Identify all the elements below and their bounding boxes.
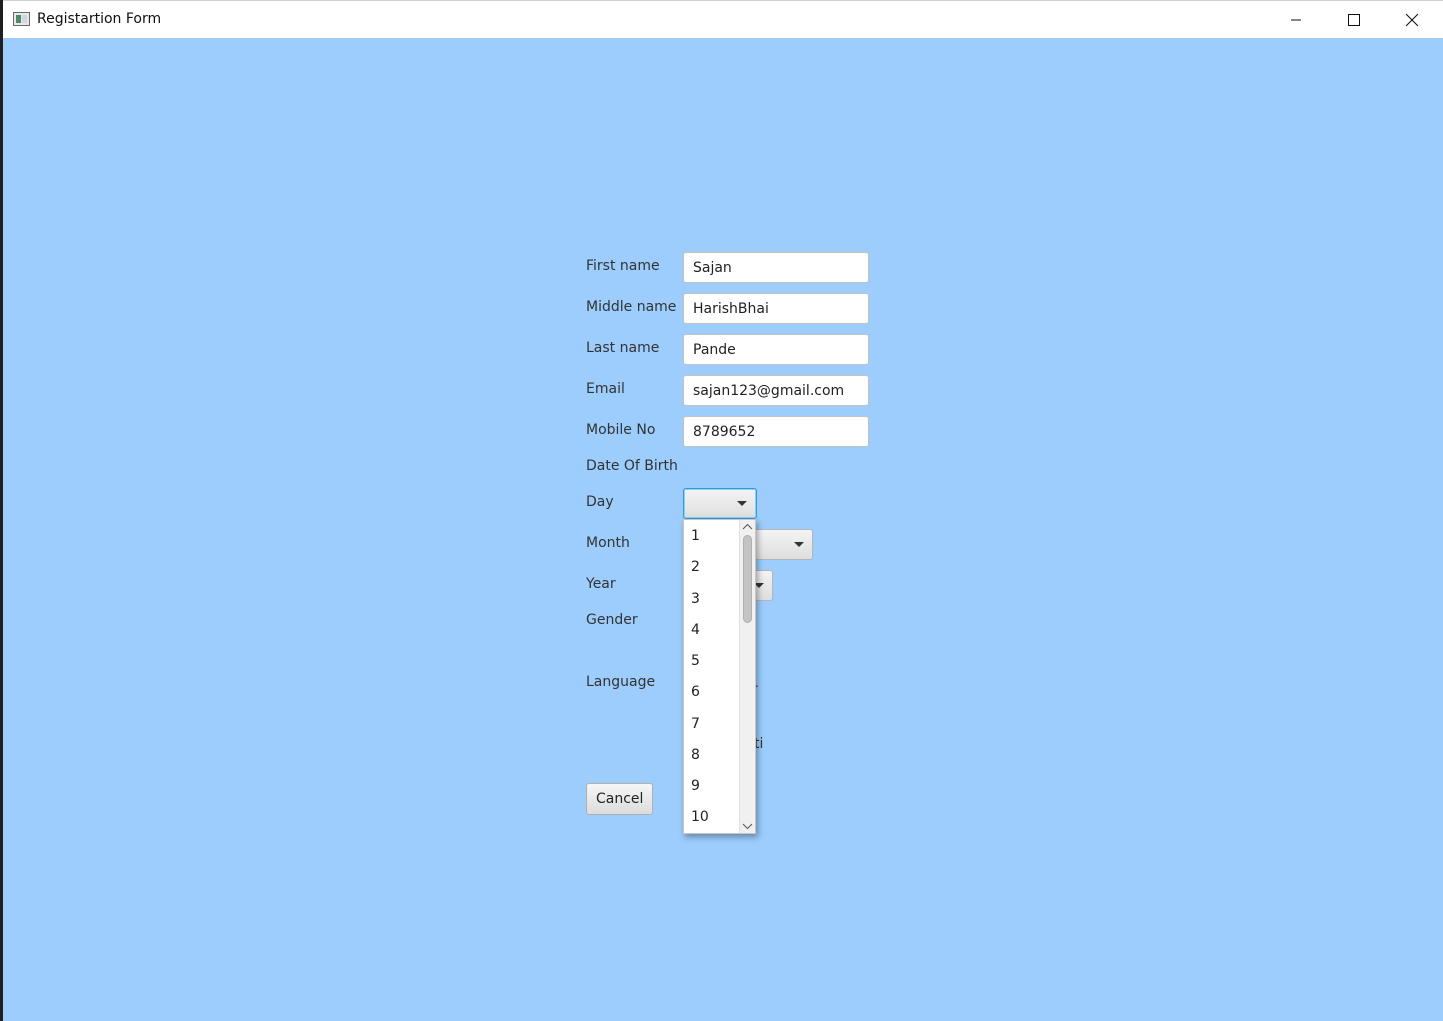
middle-name-label: Middle name: [586, 299, 677, 315]
day-option[interactable]: 6: [691, 684, 700, 700]
day-option[interactable]: 7: [691, 716, 700, 732]
first-name-field[interactable]: [683, 252, 869, 283]
close-icon: [1405, 13, 1419, 27]
cancel-button[interactable]: Cancel: [586, 783, 654, 815]
chevron-up-icon[interactable]: [742, 522, 753, 532]
window-title: Registartion Form: [37, 11, 162, 27]
chevron-down-icon: [737, 501, 747, 506]
day-option[interactable]: 9: [691, 778, 700, 794]
day-option[interactable]: 8: [691, 747, 700, 763]
month-label: Month: [586, 535, 630, 551]
minimize-button[interactable]: [1267, 1, 1325, 39]
maximize-button[interactable]: [1325, 1, 1383, 39]
gender-label: Gender: [586, 612, 638, 628]
dob-heading: Date Of Birth: [586, 458, 678, 474]
title-bar: Registartion Form: [3, 0, 1443, 38]
year-label: Year: [586, 576, 616, 592]
last-name-field[interactable]: [683, 334, 869, 365]
middle-name-field[interactable]: [683, 293, 869, 324]
chevron-down-icon[interactable]: [742, 821, 753, 831]
maximize-icon: [1348, 14, 1360, 26]
mobile-label: Mobile No: [586, 422, 656, 438]
day-combo[interactable]: [683, 488, 757, 519]
day-dropdown-list[interactable]: 1 2 3 4 5 6 7 8 9 10: [683, 519, 756, 834]
last-name-label: Last name: [586, 340, 660, 356]
mobile-field[interactable]: [683, 416, 869, 447]
email-label: Email: [586, 381, 625, 397]
language-label: Language: [586, 674, 656, 690]
registration-window: Registartion Form First name Middle name…: [3, 0, 1443, 1021]
scrollbar-thumb[interactable]: [743, 535, 752, 623]
app-icon: [13, 12, 30, 26]
email-field[interactable]: [683, 375, 869, 406]
day-option[interactable]: 3: [691, 591, 700, 607]
day-option[interactable]: 1: [691, 528, 700, 544]
day-label: Day: [586, 494, 614, 510]
day-option[interactable]: 2: [691, 559, 700, 575]
chevron-down-icon: [794, 542, 804, 547]
day-option[interactable]: 5: [691, 653, 700, 669]
minimize-icon: [1291, 19, 1301, 21]
dropdown-scrollbar[interactable]: [739, 520, 755, 833]
first-name-label: First name: [586, 258, 660, 274]
day-option[interactable]: 4: [691, 622, 700, 638]
close-button[interactable]: [1383, 1, 1441, 39]
day-option[interactable]: 10: [691, 809, 709, 825]
